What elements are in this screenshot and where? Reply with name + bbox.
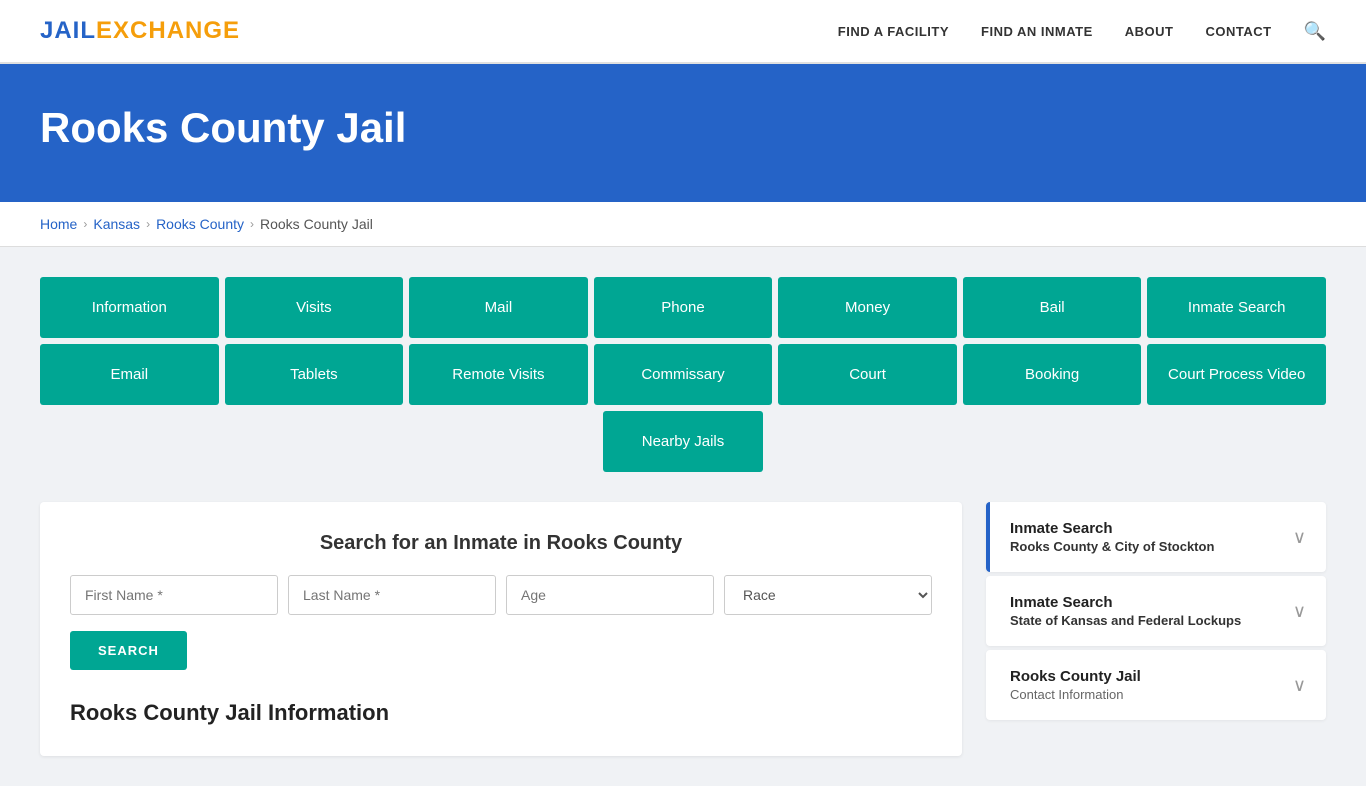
- breadcrumb-bar: Home › Kansas › Rooks County › Rooks Cou…: [0, 202, 1366, 247]
- breadcrumb-kansas[interactable]: Kansas: [93, 216, 140, 232]
- button-grid-row3: Nearby Jails: [40, 411, 1326, 472]
- right-panel: Inmate Search Rooks County & City of Sto…: [986, 502, 1326, 724]
- sidebar-item-subtitle-0: Rooks County & City of Stockton: [1010, 539, 1214, 554]
- logo-jail: JAIL: [40, 17, 96, 44]
- sidebar-item-inmate-search-rooks[interactable]: Inmate Search Rooks County & City of Sto…: [986, 502, 1326, 572]
- chevron-icon-2: ∨: [1293, 675, 1306, 696]
- chevron-icon-0: ∨: [1293, 527, 1306, 548]
- breadcrumb: Home › Kansas › Rooks County › Rooks Cou…: [40, 216, 1326, 232]
- logo[interactable]: JAILEXCHANGE: [40, 17, 240, 45]
- sidebar-item-title-1: Inmate Search: [1010, 594, 1241, 611]
- last-name-input[interactable]: [288, 575, 496, 615]
- btn-inmate-search[interactable]: Inmate Search: [1147, 277, 1326, 338]
- main-area: Information Visits Mail Phone Money Bail…: [0, 247, 1366, 786]
- btn-phone[interactable]: Phone: [594, 277, 773, 338]
- btn-court-process-video[interactable]: Court Process Video: [1147, 344, 1326, 405]
- btn-booking[interactable]: Booking: [963, 344, 1142, 405]
- btn-email[interactable]: Email: [40, 344, 219, 405]
- nav-find-facility[interactable]: FIND A FACILITY: [838, 24, 949, 39]
- breadcrumb-sep-2: ›: [146, 217, 150, 231]
- breadcrumb-current: Rooks County Jail: [260, 216, 373, 232]
- page-title: Rooks County Jail: [40, 104, 1326, 152]
- btn-bail[interactable]: Bail: [963, 277, 1142, 338]
- breadcrumb-sep-3: ›: [250, 217, 254, 231]
- button-grid-row2: Email Tablets Remote Visits Commissary C…: [40, 344, 1326, 405]
- sidebar-item-subtitle-1: State of Kansas and Federal Lockups: [1010, 613, 1241, 628]
- breadcrumb-sep-1: ›: [83, 217, 87, 231]
- hero-section: Rooks County Jail: [0, 64, 1366, 202]
- nav-about[interactable]: ABOUT: [1125, 24, 1174, 39]
- btn-information[interactable]: Information: [40, 277, 219, 338]
- search-section-title: Search for an Inmate in Rooks County: [70, 532, 932, 555]
- sidebar-item-title-0: Inmate Search: [1010, 520, 1214, 537]
- sidebar-item-contact-info[interactable]: Rooks County Jail Contact Information ∨: [986, 650, 1326, 720]
- race-select[interactable]: Race White Black Hispanic Asian Native A…: [724, 575, 932, 615]
- search-form: Race White Black Hispanic Asian Native A…: [70, 575, 932, 615]
- breadcrumb-home[interactable]: Home: [40, 216, 77, 232]
- button-grid-row1: Information Visits Mail Phone Money Bail…: [40, 277, 1326, 338]
- nav-find-inmate[interactable]: FIND AN INMATE: [981, 24, 1093, 39]
- logo-exchange: EXCHANGE: [96, 17, 240, 44]
- btn-visits[interactable]: Visits: [225, 277, 404, 338]
- btn-nearby-jails[interactable]: Nearby Jails: [603, 411, 763, 472]
- btn-commissary[interactable]: Commissary: [594, 344, 773, 405]
- btn-tablets[interactable]: Tablets: [225, 344, 404, 405]
- chevron-icon-1: ∨: [1293, 601, 1306, 622]
- content-layout: Search for an Inmate in Rooks County Rac…: [40, 502, 1326, 756]
- btn-mail[interactable]: Mail: [409, 277, 588, 338]
- sidebar-item-subtitle-2: Contact Information: [1010, 687, 1141, 702]
- left-panel: Search for an Inmate in Rooks County Rac…: [40, 502, 962, 756]
- search-button[interactable]: SEARCH: [70, 631, 187, 670]
- jail-info-title: Rooks County Jail Information: [70, 700, 932, 726]
- header: JAILEXCHANGE FIND A FACILITY FIND AN INM…: [0, 0, 1366, 64]
- btn-court[interactable]: Court: [778, 344, 957, 405]
- btn-money[interactable]: Money: [778, 277, 957, 338]
- breadcrumb-rooks-county[interactable]: Rooks County: [156, 216, 244, 232]
- first-name-input[interactable]: [70, 575, 278, 615]
- search-icon-button[interactable]: 🔍: [1304, 21, 1326, 42]
- btn-remote-visits[interactable]: Remote Visits: [409, 344, 588, 405]
- age-input[interactable]: [506, 575, 714, 615]
- sidebar-item-title-2: Rooks County Jail: [1010, 668, 1141, 685]
- main-nav: FIND A FACILITY FIND AN INMATE ABOUT CON…: [838, 21, 1326, 42]
- sidebar-item-inmate-search-state[interactable]: Inmate Search State of Kansas and Federa…: [986, 576, 1326, 646]
- nav-contact[interactable]: CONTACT: [1205, 24, 1271, 39]
